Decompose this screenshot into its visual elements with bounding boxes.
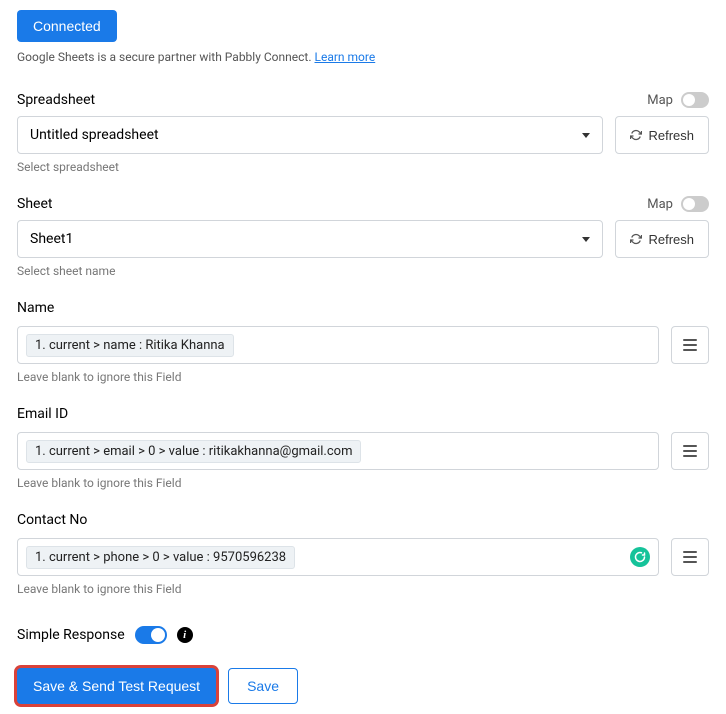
sheet-row: Sheet1 Refresh <box>17 220 709 258</box>
email-field-group: Email ID 1. current > email > 0 > value … <box>17 406 709 490</box>
contact-field-group: Contact No 1. current > phone > 0 > valu… <box>17 512 709 596</box>
contact-row: 1. current > phone > 0 > value : 9570596… <box>17 538 709 576</box>
email-label: Email ID <box>17 406 709 422</box>
map-label: Map <box>647 197 673 212</box>
spreadsheet-value: Untitled spreadsheet <box>30 127 582 143</box>
sheet-dropdown[interactable]: Sheet1 <box>17 220 603 258</box>
spreadsheet-dropdown[interactable]: Untitled spreadsheet <box>17 116 603 154</box>
refresh-icon <box>630 129 642 141</box>
hamburger-icon <box>683 445 697 457</box>
spreadsheet-map-group: Map <box>647 92 709 108</box>
map-label: Map <box>647 93 673 108</box>
partner-info-text: Google Sheets is a secure partner with P… <box>17 50 709 64</box>
spreadsheet-row: Untitled spreadsheet Refresh <box>17 116 709 154</box>
info-icon[interactable]: i <box>177 627 193 643</box>
chevron-down-icon <box>582 237 590 242</box>
hamburger-icon <box>683 339 697 351</box>
sheet-hint: Select sheet name <box>17 264 709 278</box>
name-input[interactable]: 1. current > name : Ritika Khanna <box>17 326 659 364</box>
spreadsheet-field-group: Spreadsheet Map Untitled spreadsheet Ref… <box>17 92 709 174</box>
simple-response-toggle[interactable] <box>135 626 167 644</box>
action-button-row: Save & Send Test Request Save <box>17 668 709 704</box>
hamburger-icon <box>683 551 697 563</box>
grammarly-icon <box>630 547 650 567</box>
email-row: 1. current > email > 0 > value : ritikak… <box>17 432 709 470</box>
contact-input[interactable]: 1. current > phone > 0 > value : 9570596… <box>17 538 659 576</box>
sheet-map-group: Map <box>647 196 709 212</box>
sheet-header: Sheet Map <box>17 196 709 212</box>
learn-more-link[interactable]: Learn more <box>315 50 376 64</box>
name-token: 1. current > name : Ritika Khanna <box>26 334 234 357</box>
sheet-value: Sheet1 <box>30 231 582 247</box>
save-button[interactable]: Save <box>228 668 298 704</box>
email-token: 1. current > email > 0 > value : ritikak… <box>26 440 361 463</box>
partner-text: Google Sheets is a secure partner with P… <box>17 50 315 64</box>
sheet-map-toggle[interactable] <box>681 196 709 212</box>
spreadsheet-header: Spreadsheet Map <box>17 92 709 108</box>
email-hint: Leave blank to ignore this Field <box>17 476 709 490</box>
chevron-down-icon <box>582 133 590 138</box>
name-hint: Leave blank to ignore this Field <box>17 370 709 384</box>
email-input[interactable]: 1. current > email > 0 > value : ritikak… <box>17 432 659 470</box>
name-label: Name <box>17 300 709 316</box>
spreadsheet-map-toggle[interactable] <box>681 92 709 108</box>
name-options-button[interactable] <box>671 326 709 364</box>
contact-options-button[interactable] <box>671 538 709 576</box>
simple-response-label: Simple Response <box>17 627 125 643</box>
sheet-field-group: Sheet Map Sheet1 Refresh Select sheet na… <box>17 196 709 278</box>
refresh-label: Refresh <box>648 128 694 143</box>
contact-label: Contact No <box>17 512 709 528</box>
spreadsheet-refresh-button[interactable]: Refresh <box>615 116 709 154</box>
spreadsheet-label: Spreadsheet <box>17 92 95 108</box>
refresh-icon <box>630 233 642 245</box>
connected-button[interactable]: Connected <box>17 10 117 42</box>
name-field-group: Name 1. current > name : Ritika Khanna L… <box>17 300 709 384</box>
contact-token: 1. current > phone > 0 > value : 9570596… <box>26 546 295 569</box>
save-send-test-button[interactable]: Save & Send Test Request <box>17 668 216 704</box>
sheet-label: Sheet <box>17 196 52 212</box>
email-options-button[interactable] <box>671 432 709 470</box>
contact-hint: Leave blank to ignore this Field <box>17 582 709 596</box>
name-row: 1. current > name : Ritika Khanna <box>17 326 709 364</box>
refresh-label: Refresh <box>648 232 694 247</box>
spreadsheet-hint: Select spreadsheet <box>17 160 709 174</box>
sheet-refresh-button[interactable]: Refresh <box>615 220 709 258</box>
simple-response-row: Simple Response i <box>17 626 709 644</box>
